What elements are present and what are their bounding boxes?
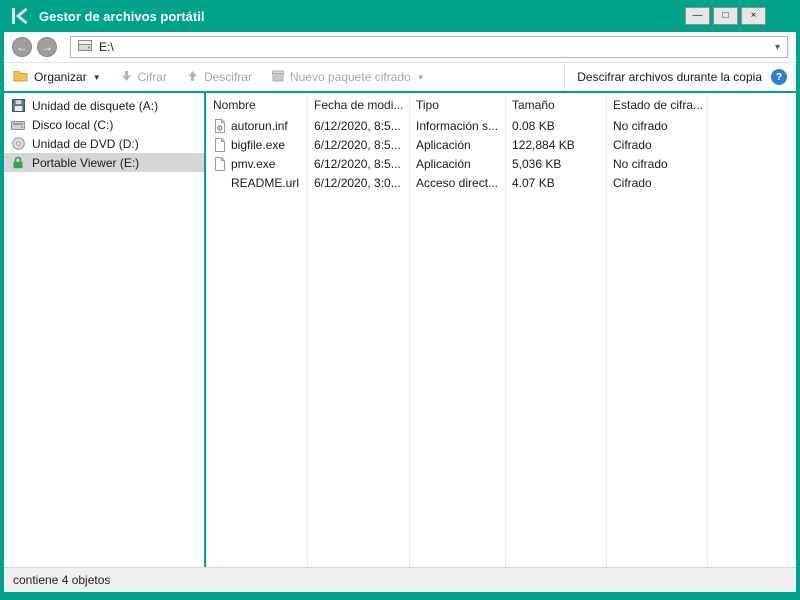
drive-sidebar: Unidad de disquete (A:) Disco local (C:): [4, 93, 204, 567]
encrypt-arrow-down-icon: [121, 70, 132, 85]
sidebar-item-label: Unidad de disquete (A:): [32, 99, 158, 113]
table-row[interactable]: bigfile.exe 6/12/2020, 8:5... Aplicación…: [206, 135, 796, 154]
column-header-type[interactable]: Tipo: [409, 98, 505, 112]
encrypted-drive-lock-icon: [11, 156, 25, 169]
toolbar-right-group: Descifrar archivos durante la copia ?: [564, 63, 787, 91]
file-status: Cifrado: [606, 176, 707, 190]
file-size: 4.07 KB: [505, 176, 606, 190]
column-header-size[interactable]: Tamaño: [505, 98, 606, 112]
file-name: bigfile.exe: [231, 138, 285, 152]
config-file-icon: [213, 119, 226, 133]
sidebar-item-label: Portable Viewer (E:): [32, 156, 139, 170]
help-icon[interactable]: ?: [771, 69, 787, 85]
decrypt-on-copy-label: Descifrar archivos durante la copia: [577, 70, 762, 84]
portable-file-manager-window: Gestor de archivos portátil — □ × ← → E:…: [0, 0, 800, 600]
back-button[interactable]: ←: [12, 37, 32, 57]
toolbar: Organizar ▼ Cifrar: [4, 63, 796, 93]
status-bar: contiene 4 objetos: [4, 567, 796, 592]
new-encrypted-package-button[interactable]: Nuevo paquete cifrado ▼: [272, 70, 425, 85]
sidebar-item-portable-viewer-e[interactable]: Portable Viewer (E:): [4, 153, 204, 172]
decrypt-arrow-up-icon: [187, 70, 198, 85]
encrypt-button[interactable]: Cifrar: [121, 70, 167, 85]
file-date: 6/12/2020, 8:5...: [307, 157, 409, 171]
close-button[interactable]: ×: [741, 7, 766, 25]
file-name: autorun.inf: [231, 119, 288, 133]
file-date: 6/12/2020, 8:5...: [307, 119, 409, 133]
sidebar-item-label: Unidad de DVD (D:): [32, 137, 139, 151]
file-size: 122,884 KB: [505, 138, 606, 152]
file-type: Aplicación: [409, 157, 505, 171]
file-name: pmv.exe: [231, 157, 275, 171]
sidebar-item-floppy-a[interactable]: Unidad de disquete (A:): [4, 96, 204, 115]
file-date: 6/12/2020, 3:0...: [307, 176, 409, 190]
file-size: 0.08 KB: [505, 119, 606, 133]
folder-icon: [13, 70, 28, 85]
package-icon: [272, 70, 284, 85]
table-row[interactable]: autorun.inf 6/12/2020, 8:5... Informació…: [206, 116, 796, 135]
file-type: Aplicación: [409, 138, 505, 152]
file-size: 5,036 KB: [505, 157, 606, 171]
file-list-header: Nombre Fecha de modi... Tipo Tamaño Esta…: [206, 93, 796, 116]
file-type: Acceso direct...: [409, 176, 505, 190]
decrypt-button[interactable]: Descifrar: [187, 70, 252, 85]
caret-down-icon: ▼: [93, 73, 101, 82]
window-controls: — □ ×: [685, 7, 766, 25]
address-bar[interactable]: E:\ ▾: [70, 36, 788, 58]
file-icon: [213, 157, 226, 171]
address-dropdown-chevron-icon[interactable]: ▾: [775, 42, 780, 53]
kaspersky-logo-icon: [10, 6, 30, 26]
forward-button[interactable]: →: [37, 37, 57, 57]
local-disk-icon: [11, 119, 25, 130]
file-name: README.url: [231, 176, 299, 190]
column-header-name[interactable]: Nombre: [206, 98, 307, 112]
table-row[interactable]: README.url 6/12/2020, 3:0... Acceso dire…: [206, 173, 796, 192]
titlebar: Gestor de archivos portátil — □ ×: [0, 0, 800, 32]
status-text: contiene 4 objetos: [13, 573, 110, 587]
sidebar-item-local-disk-c[interactable]: Disco local (C:): [4, 115, 204, 134]
dvd-drive-icon: [11, 137, 25, 150]
file-date: 6/12/2020, 8:5...: [307, 138, 409, 152]
maximize-button[interactable]: □: [713, 7, 738, 25]
minimize-button[interactable]: —: [685, 7, 710, 25]
sidebar-item-label: Disco local (C:): [32, 118, 113, 132]
app-body: ← → E:\ ▾: [4, 32, 796, 592]
caret-down-icon: ▼: [417, 73, 425, 82]
navigation-bar: ← → E:\ ▾: [4, 32, 796, 63]
organize-button[interactable]: Organizar ▼: [13, 70, 101, 85]
main-content: Unidad de disquete (A:) Disco local (C:): [4, 93, 796, 567]
table-row[interactable]: pmv.exe 6/12/2020, 8:5... Aplicación 5,0…: [206, 154, 796, 173]
file-icon: [213, 138, 226, 152]
column-header-date[interactable]: Fecha de modi...: [307, 98, 409, 112]
file-type: Información s...: [409, 119, 505, 133]
drive-icon: [78, 40, 92, 54]
file-status: No cifrado: [606, 157, 707, 171]
sidebar-item-dvd-d[interactable]: Unidad de DVD (D:): [4, 134, 204, 153]
file-status: Cifrado: [606, 138, 707, 152]
file-status: No cifrado: [606, 119, 707, 133]
floppy-drive-icon: [11, 99, 25, 112]
window-title: Gestor de archivos portátil: [39, 9, 204, 24]
column-header-status[interactable]: Estado de cifra...: [606, 98, 707, 112]
address-path: E:\: [99, 40, 114, 54]
file-list-pane: Nombre Fecha de modi... Tipo Tamaño Esta…: [206, 93, 796, 567]
